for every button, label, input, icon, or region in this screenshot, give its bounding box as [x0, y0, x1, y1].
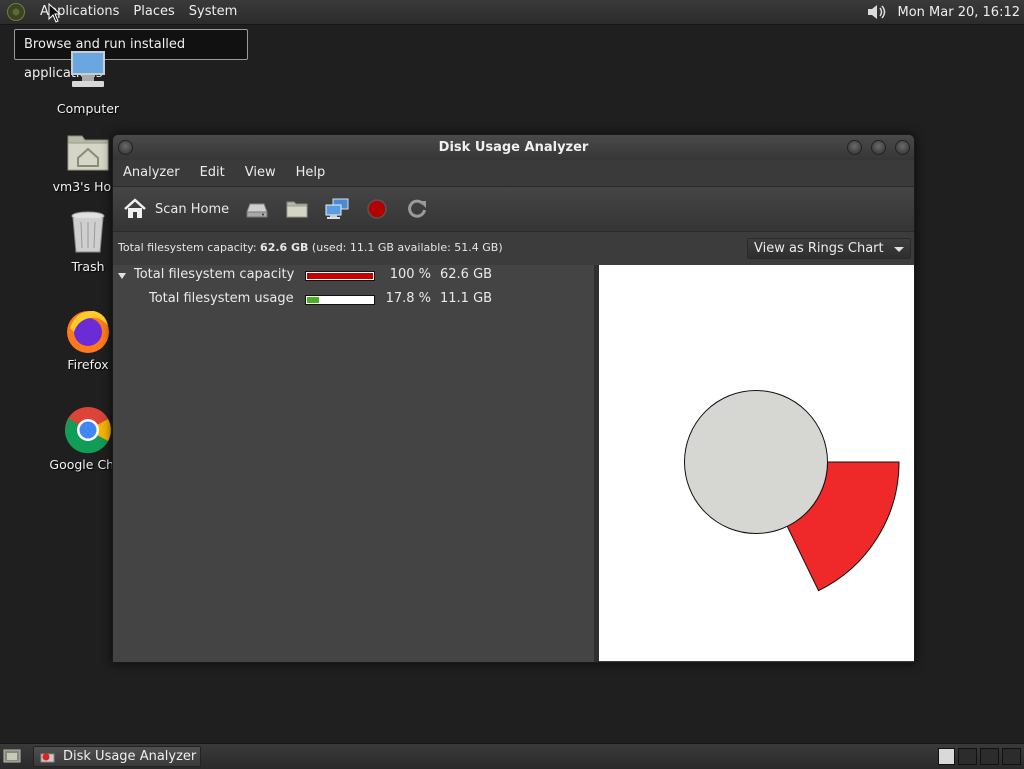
- taskbar-button-disk-usage-analyzer[interactable]: Disk Usage Analyzer: [33, 746, 201, 767]
- usage-bar: [305, 295, 375, 305]
- close-icon[interactable]: [895, 140, 910, 155]
- refresh-icon: [408, 199, 427, 218]
- bottom-taskbar: Disk Usage Analyzer: [0, 743, 1024, 769]
- rings-chart[interactable]: [599, 265, 914, 661]
- menu-places[interactable]: Places: [126, 0, 181, 24]
- clock[interactable]: Mon Mar 20, 16:12: [898, 5, 1020, 20]
- desktop-icon-computer[interactable]: Computer: [38, 50, 138, 116]
- show-desktop-icon[interactable]: [3, 748, 21, 764]
- workspace-3[interactable]: [980, 748, 999, 765]
- menu-applications[interactable]: Applications: [33, 0, 126, 24]
- menubar: Analyzer Edit View Help: [113, 160, 914, 186]
- workspace-1[interactable]: [938, 748, 955, 765]
- toolbar: Scan Home: [113, 186, 914, 232]
- tree-row-capacity[interactable]: Total filesystem capacity 100 % 62.6 GB: [113, 265, 594, 287]
- stop-icon: [367, 199, 387, 219]
- workspace-4[interactable]: [1002, 748, 1021, 765]
- scan-folder-button[interactable]: [277, 191, 317, 227]
- info-bar: Total filesystem capacity: 62.6 GB (used…: [113, 232, 914, 265]
- disk-usage-analyzer-icon: [40, 753, 55, 763]
- capacity-detail: (used: 11.1 GB available: 51.4 GB): [308, 241, 503, 254]
- volume-icon[interactable]: [866, 2, 888, 22]
- workspace-2[interactable]: [958, 748, 977, 765]
- usage-bar-fill: [307, 297, 319, 303]
- drive-icon: [246, 203, 268, 218]
- capacity-prefix: Total filesystem capacity:: [118, 241, 261, 254]
- scan-home-label: Scan Home: [155, 201, 230, 217]
- capacity-summary: Total filesystem capacity: 62.6 GB (used…: [118, 241, 503, 254]
- capacity-value: 62.6 GB: [260, 241, 309, 254]
- trash-icon: [64, 208, 112, 256]
- tree-row-size: 11.1 GB: [440, 291, 493, 306]
- chevron-down-icon: [894, 247, 904, 252]
- folder-icon: [286, 201, 308, 218]
- tree-row-usage[interactable]: Total filesystem usage 17.8 % 11.1 GB: [113, 289, 594, 311]
- minimize-icon[interactable]: [847, 140, 862, 155]
- menu-system[interactable]: System: [182, 0, 244, 24]
- tree-row-size: 62.6 GB: [440, 267, 493, 282]
- rings-chart-pane[interactable]: [599, 265, 914, 661]
- taskbar-button-label: Disk Usage Analyzer: [63, 749, 197, 764]
- tree-row-name: Total filesystem capacity: [134, 267, 295, 282]
- usage-bar: [305, 271, 375, 281]
- disk-usage-analyzer-window: Disk Usage Analyzer Analyzer Edit View H…: [112, 134, 915, 663]
- menu-help[interactable]: Help: [286, 160, 336, 186]
- maximize-icon[interactable]: [871, 140, 886, 155]
- usage-bar-fill: [307, 273, 373, 279]
- tree-row-percent: 17.8 %: [385, 291, 431, 306]
- menu-view[interactable]: View: [235, 160, 286, 186]
- window-title: Disk Usage Analyzer: [438, 140, 589, 155]
- rings-chart-center[interactable]: [684, 390, 828, 534]
- tree-row-name: Total filesystem usage: [149, 291, 294, 306]
- menu-analyzer[interactable]: Analyzer: [113, 160, 190, 186]
- view-as-dropdown[interactable]: View as Rings Chart: [747, 238, 911, 259]
- chrome-icon: [64, 406, 112, 454]
- firefox-icon: [64, 306, 112, 354]
- menu-edit[interactable]: Edit: [190, 160, 235, 186]
- computer-icon: [64, 50, 112, 98]
- distro-logo-icon[interactable]: [7, 3, 25, 21]
- refresh-button[interactable]: [397, 191, 437, 227]
- stop-button[interactable]: [357, 191, 397, 227]
- scan-filesystem-button[interactable]: [237, 191, 277, 227]
- network-icon: [325, 198, 349, 219]
- view-as-selected: View as Rings Chart: [754, 241, 884, 256]
- home-icon: [124, 198, 146, 218]
- scan-home-button[interactable]: Scan Home: [121, 191, 237, 227]
- desktop-icon-label: Computer: [56, 101, 120, 116]
- window-menu-icon[interactable]: [118, 140, 133, 155]
- scan-remote-button[interactable]: [317, 191, 357, 227]
- content-area: Total filesystem capacity 100 % 62.6 GB …: [113, 265, 914, 662]
- top-panel: Applications Places System Mon Mar 20, 1…: [0, 0, 1024, 25]
- home-folder-icon: [64, 128, 112, 176]
- tree-row-percent: 100 %: [389, 267, 431, 282]
- expander-arrow-icon[interactable]: [118, 273, 126, 279]
- mouse-cursor-icon: [48, 3, 62, 23]
- usage-tree[interactable]: Total filesystem capacity 100 % 62.6 GB …: [113, 265, 594, 662]
- window-titlebar[interactable]: Disk Usage Analyzer: [113, 135, 914, 160]
